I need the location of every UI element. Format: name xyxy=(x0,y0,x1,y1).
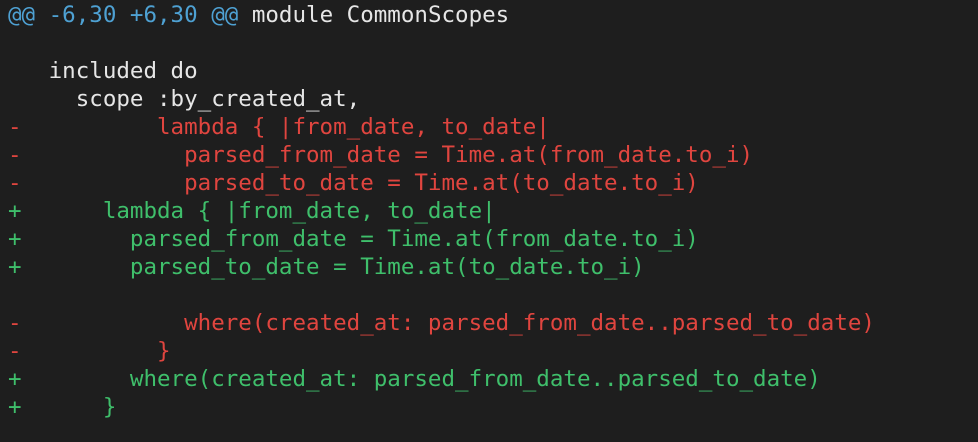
hunk-context: module CommonScopes xyxy=(238,2,510,28)
context-line: scope :by_created_at, xyxy=(8,86,361,112)
diff-view: @@ -6,30 +6,30 @@ module CommonScopes in… xyxy=(0,0,978,442)
removed-line: - } xyxy=(8,338,171,364)
added-line: + where(created_at: parsed_from_date..pa… xyxy=(8,366,821,392)
context-line: included do xyxy=(8,58,198,84)
hunk-header: @@ -6,30 +6,30 @@ module CommonScopes xyxy=(8,1,978,29)
removed-line: - where(created_at: parsed_from_date..pa… xyxy=(8,310,875,336)
removed-line: - parsed_from_date = Time.at(from_date.t… xyxy=(8,142,754,168)
added-line: + lambda { |from_date, to_date| xyxy=(8,198,496,224)
added-line: + } xyxy=(8,394,117,420)
added-line: + parsed_from_date = Time.at(from_date.t… xyxy=(8,226,699,252)
removed-line: - parsed_to_date = Time.at(to_date.to_i) xyxy=(8,170,699,196)
removed-line: - lambda { |from_date, to_date| xyxy=(8,114,550,140)
added-line: + parsed_to_date = Time.at(to_date.to_i) xyxy=(8,254,645,280)
hunk-range: @@ -6,30 +6,30 @@ xyxy=(8,2,239,28)
